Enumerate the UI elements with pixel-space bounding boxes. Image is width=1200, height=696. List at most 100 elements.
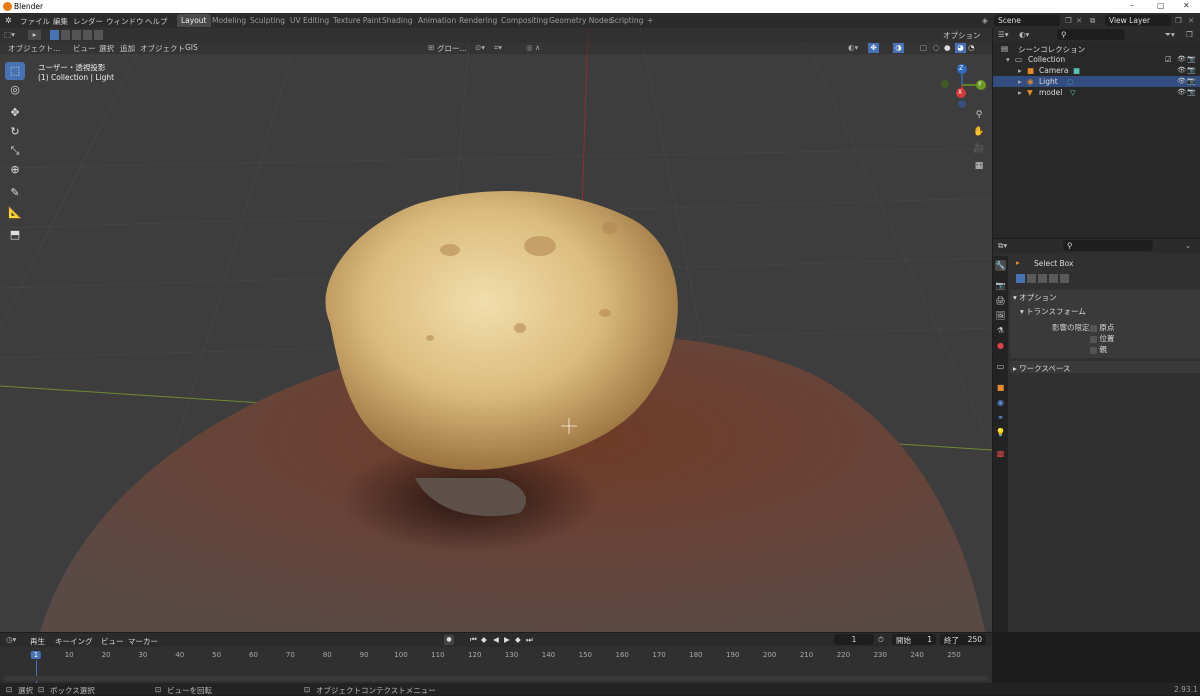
menu-window[interactable]: ウィンドウ: [106, 16, 144, 27]
scale-tool-icon[interactable]: ⤡: [5, 142, 25, 160]
menu-object[interactable]: オブジェクト: [140, 43, 185, 53]
object-data-tab-icon[interactable]: 💡: [995, 427, 1006, 438]
menu-select[interactable]: 選択: [99, 43, 114, 53]
texture-tab-icon[interactable]: ▩: [995, 448, 1006, 459]
affect-parents-checkbox[interactable]: 親: [1090, 344, 1107, 355]
scene-tab-icon[interactable]: ⚗: [995, 325, 1006, 336]
outliner-scene-collection[interactable]: ▤ シーンコレクション: [993, 43, 1200, 54]
transform-tool-icon[interactable]: ⊕: [5, 161, 25, 179]
select-mode-invert-icon[interactable]: [1049, 274, 1058, 283]
collection-checkbox[interactable]: ☑: [1165, 55, 1172, 64]
affect-origins-checkbox[interactable]: 原点: [1090, 322, 1114, 333]
add-workspace-button[interactable]: +: [643, 14, 657, 27]
transform-subpanel-header[interactable]: ▾ トランスフォーム: [1020, 306, 1086, 317]
pan-hand-icon[interactable]: ✋: [972, 127, 986, 141]
annotate-tool-icon[interactable]: ✎: [5, 184, 25, 202]
properties-search-input[interactable]: ⚲: [1063, 240, 1153, 251]
zoom-icon[interactable]: ⚲: [972, 110, 986, 124]
menu-edit[interactable]: 編集: [53, 16, 68, 27]
gizmo-toggle-icon[interactable]: ✥: [868, 43, 879, 53]
expand-icon[interactable]: ▸: [1018, 88, 1022, 97]
delete-view-layer-icon[interactable]: ✕: [1188, 16, 1194, 25]
transform-orientation-dropdown[interactable]: グロー...: [437, 43, 467, 53]
render-icon[interactable]: 📷: [1187, 77, 1196, 85]
eye-icon[interactable]: 👁: [1177, 66, 1186, 74]
tab-scripting[interactable]: Scripting: [606, 14, 647, 27]
measure-tool-icon[interactable]: 📐: [5, 204, 25, 222]
collection-tab-icon[interactable]: ▭: [995, 361, 1006, 372]
render-tab-icon[interactable]: 📷: [995, 280, 1006, 291]
outliner-collection[interactable]: ▾ ▭ Collection ☑ 👁 📷: [993, 54, 1200, 65]
eye-icon[interactable]: 👁: [1177, 77, 1186, 85]
workspace-panel[interactable]: ▸ ワークスペース: [1010, 361, 1200, 373]
tab-sculpting[interactable]: Sculpting: [246, 14, 289, 27]
menu-view[interactable]: ビュー: [73, 43, 96, 53]
new-collection-icon[interactable]: ❐: [1186, 30, 1193, 39]
menu-render[interactable]: レンダー: [73, 16, 103, 27]
eye-icon[interactable]: 👁: [1177, 55, 1186, 63]
shading-solid-icon[interactable]: ●: [944, 43, 951, 53]
3d-viewport[interactable]: Z Y X ⬚▾ ▸ オブジェクト... ビュー 選択 追加 オブジェクト GI…: [0, 28, 992, 632]
shading-material-icon[interactable]: ◕: [955, 43, 966, 53]
object-mode-dropdown[interactable]: オブジェクト...: [8, 43, 60, 53]
expand-icon[interactable]: ▸: [1018, 66, 1022, 75]
delete-scene-icon[interactable]: ✕: [1076, 16, 1082, 25]
tab-texture-paint[interactable]: Texture Paint: [329, 14, 385, 27]
view-layer-tab-icon[interactable]: 🖼: [995, 310, 1006, 321]
world-tab-icon[interactable]: ●: [995, 340, 1006, 351]
physics-tab-icon[interactable]: ◉: [995, 397, 1006, 408]
perspective-toggle-icon[interactable]: ▦: [972, 161, 986, 175]
add-cube-tool-icon[interactable]: ⬒: [5, 226, 25, 244]
tab-modeling[interactable]: Modeling: [208, 14, 250, 27]
tool-select-icon[interactable]: ▸: [28, 30, 41, 40]
expand-icon[interactable]: ▸: [1018, 77, 1022, 86]
blender-menu-icon[interactable]: ✲: [5, 16, 12, 25]
move-tool-icon[interactable]: ✥: [5, 104, 25, 122]
menu-help[interactable]: ヘルプ: [145, 16, 168, 27]
pivot-point-icon[interactable]: ⊙▾: [475, 43, 485, 53]
select-mode-new-icon[interactable]: [50, 30, 59, 40]
properties-editor-type-icon[interactable]: ⧉▾: [998, 241, 1007, 251]
new-view-layer-icon[interactable]: ❐: [1175, 16, 1182, 25]
select-mode-extend-icon[interactable]: [61, 30, 70, 40]
render-icon[interactable]: 📷: [1187, 66, 1196, 74]
select-mode-intersect-icon[interactable]: [1060, 274, 1069, 283]
outliner-item-camera[interactable]: ▸ ■ Camera ■ 👁 📷: [993, 65, 1200, 76]
timeline-ruler[interactable]: 1 10 20 30 40 50 60 70 80 90 100 110 120 130 140 150 160…: [0, 633, 992, 673]
tab-animation[interactable]: Animation: [414, 14, 460, 27]
tab-compositing[interactable]: Compositing: [497, 14, 552, 27]
select-mode-new-icon[interactable]: [1016, 274, 1025, 283]
tab-rendering[interactable]: Rendering: [455, 14, 501, 27]
menu-add[interactable]: 追加: [120, 43, 135, 53]
maximize-icon[interactable]: ▢: [1157, 1, 1165, 10]
timeline-scrollbar[interactable]: [4, 676, 988, 681]
select-mode-invert-icon[interactable]: [83, 30, 92, 40]
snap-icon[interactable]: ⌗▾: [494, 43, 502, 53]
outliner-search-input[interactable]: ⚲: [1057, 29, 1125, 40]
new-scene-icon[interactable]: ❐: [1065, 16, 1072, 25]
affect-locations-checkbox[interactable]: 位置: [1090, 333, 1114, 344]
render-icon[interactable]: 📷: [1187, 55, 1196, 63]
tab-layout[interactable]: Layout: [177, 14, 211, 27]
options-dropdown[interactable]: オプション: [943, 30, 981, 41]
tab-shading[interactable]: Shading: [378, 14, 416, 27]
select-mode-extend-icon[interactable]: [1027, 274, 1036, 283]
minimize-icon[interactable]: –: [1130, 1, 1134, 10]
select-mode-subtract-icon[interactable]: [1038, 274, 1047, 283]
proportional-editing-icon[interactable]: ◎ ∧: [526, 43, 540, 53]
close-icon[interactable]: ✕: [1183, 1, 1190, 10]
render-icon[interactable]: 📷: [1187, 88, 1196, 96]
outliner-item-model[interactable]: ▸ ▼ model ▽ 👁 📷: [993, 87, 1200, 98]
expand-icon[interactable]: ▾: [1006, 55, 1010, 64]
cursor-tool-icon[interactable]: ◎: [5, 81, 25, 99]
display-mode-icon[interactable]: ◐▾: [1019, 30, 1029, 39]
editor-type-icon[interactable]: ⬚▾: [4, 30, 15, 40]
xray-icon[interactable]: ▢: [920, 43, 927, 53]
object-tab-icon[interactable]: ■: [995, 382, 1006, 393]
shading-rendered-icon[interactable]: ◔: [968, 43, 975, 53]
overlays-toggle-icon[interactable]: ◑: [893, 43, 904, 53]
properties-options-icon[interactable]: ⌄: [1185, 241, 1191, 250]
view-layer-selector[interactable]: View Layer: [1105, 15, 1171, 26]
outliner-item-light[interactable]: ▸ ◉ Light ◌ 👁 📷: [993, 76, 1200, 87]
scene-selector[interactable]: Scene: [994, 15, 1060, 26]
